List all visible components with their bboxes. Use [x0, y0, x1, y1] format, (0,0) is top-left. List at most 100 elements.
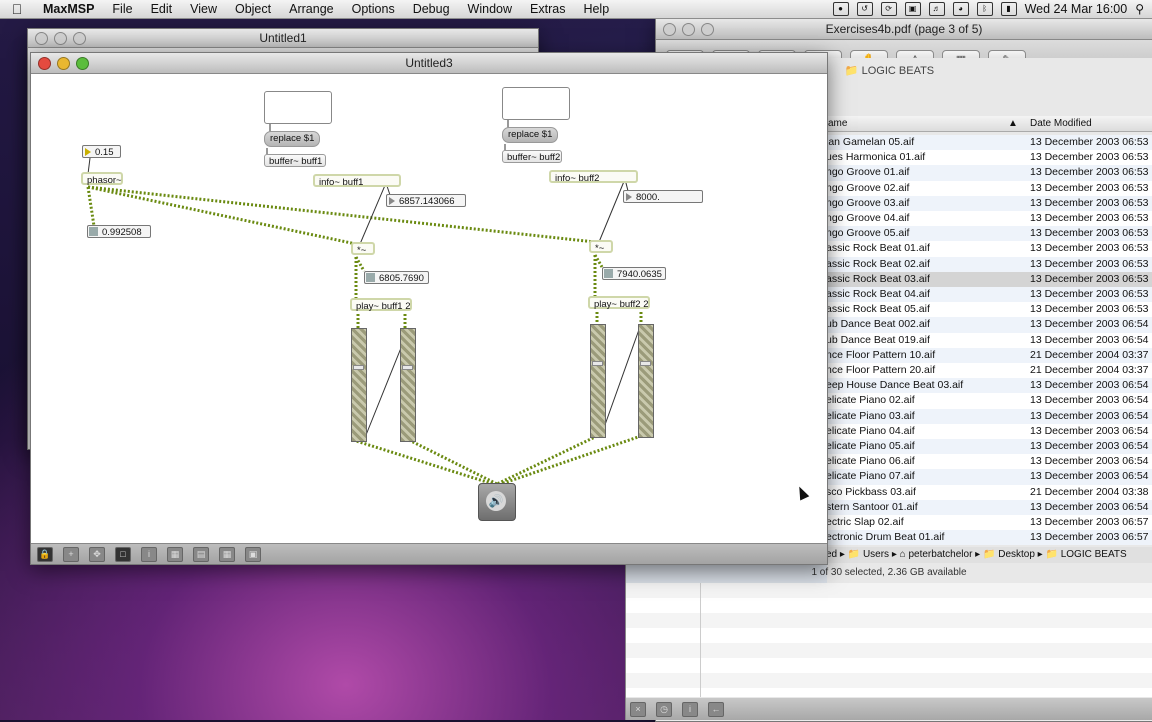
file-row[interactable]: assic Rock Beat 03.aif 13 December 2003 0… — [826, 271, 1152, 287]
file-row[interactable]: ngo Groove 04.aif 13 December 2003 06:53 — [826, 211, 1152, 227]
file-row[interactable]: nce Floor Pattern 20.aif 21 December 2004… — [826, 363, 1152, 379]
info-icon[interactable]: i — [682, 701, 698, 717]
file-row[interactable]: stern Santoor 01.aif 13 December 2003 06:… — [826, 499, 1152, 515]
menu-help[interactable]: Help — [574, 2, 618, 16]
lock-icon[interactable]: 🔒 — [37, 546, 53, 562]
replace-message-2[interactable]: replace $1 — [502, 127, 559, 143]
file-row[interactable]: sco Pickbass 03.aif 21 December 2004 03:3… — [826, 484, 1152, 500]
close-button[interactable] — [35, 32, 48, 45]
menu-edit[interactable]: Edit — [142, 2, 182, 16]
untitled1-titlebar[interactable]: Untitled1 — [28, 29, 538, 48]
drop-file-box-2[interactable] — [502, 87, 570, 120]
menu-options[interactable]: Options — [343, 2, 404, 16]
minimize-button[interactable] — [682, 23, 695, 36]
info-buff1-number[interactable]: 6857.143066 — [386, 194, 466, 207]
gain-slider-1-right[interactable] — [400, 328, 416, 442]
drop-file-box-1[interactable] — [264, 91, 332, 124]
file-row[interactable]: ectronic Drum Beat 01.aif 13 December 200… — [826, 530, 1152, 546]
file-row[interactable]: elicate Piano 07.aif 13 December 2003 06:… — [826, 469, 1152, 485]
menu-arrange[interactable]: Arrange — [280, 2, 342, 16]
play-buff1-object[interactable]: play~ buff1 2 — [350, 298, 412, 312]
column-name[interactable]: ame — [828, 116, 847, 131]
wifi-icon[interactable]: ◕ — [952, 2, 969, 16]
play-buff2-object[interactable]: play~ buff2 2 — [588, 296, 650, 310]
info-buff1-object[interactable]: info~ buff1 — [313, 174, 401, 188]
screen-record-icon[interactable]: ● — [832, 2, 849, 16]
replace-message-1[interactable]: replace $1 — [264, 131, 321, 147]
path-desktop[interactable]: 📁 Desktop — [983, 549, 1035, 560]
phasor-output-number[interactable]: 0.992508 — [87, 225, 151, 238]
info-buff2-object[interactable]: info~ buff2 — [549, 170, 638, 184]
file-row[interactable]: assic Rock Beat 01.aif 13 December 2003 0… — [826, 241, 1152, 257]
presentation-icon[interactable]: □ — [115, 546, 131, 562]
file-row[interactable]: elicate Piano 02.aif 13 December 2003 06:… — [826, 393, 1152, 409]
file-row[interactable]: nce Floor Pattern 10.aif 21 December 2004… — [826, 347, 1152, 363]
file-row[interactable]: elicate Piano 06.aif 13 December 2003 06:… — [826, 454, 1152, 470]
patcher-titlebar[interactable]: Untitled3 — [31, 53, 827, 74]
info-buff2-number[interactable]: 8000. — [623, 190, 703, 203]
spotlight-icon[interactable]: ⚲ — [1135, 2, 1144, 16]
file-row[interactable]: eep House Dance Beat 03.aif 13 December 2… — [826, 378, 1152, 394]
sync-icon[interactable]: ⟳ — [880, 2, 897, 16]
menu-object[interactable]: Object — [226, 2, 280, 16]
grid-icon[interactable]: ▦ — [219, 546, 235, 562]
mult1-output-number[interactable]: 6805.7690 — [364, 271, 429, 284]
gain-slider-2-left[interactable] — [590, 324, 606, 438]
time-machine-icon[interactable]: ↺ — [856, 2, 873, 16]
file-row[interactable]: ectric Slap 02.aif 13 December 2003 06:57 — [826, 515, 1152, 531]
menu-app-name[interactable]: MaxMSP — [34, 2, 103, 16]
file-row[interactable]: assic Rock Beat 04.aif 13 December 2003 0… — [826, 287, 1152, 303]
zoom-button[interactable] — [701, 23, 714, 36]
path-home[interactable]: ⌂ peterbatchelor — [900, 549, 973, 560]
file-row[interactable]: assic Rock Beat 05.aif 13 December 2003 0… — [826, 302, 1152, 318]
file-row[interactable]: ngo Groove 05.aif 13 December 2003 06:53 — [826, 226, 1152, 242]
gain-slider-2-right[interactable] — [638, 324, 654, 438]
new-object-icon[interactable]: + — [63, 546, 79, 562]
gain-slider-1-left[interactable] — [351, 328, 367, 442]
path-logic-beats[interactable]: 📁 LOGIC BEATS — [1045, 549, 1126, 560]
file-row[interactable]: ngo Groove 02.aif 13 December 2003 06:53 — [826, 180, 1152, 196]
back-icon[interactable]: ← — [708, 701, 724, 717]
zoom-button[interactable] — [73, 32, 86, 45]
align-icon[interactable]: ▦ — [167, 546, 183, 562]
file-row[interactable]: elicate Piano 04.aif 13 December 2003 06:… — [826, 423, 1152, 439]
arrange-icon[interactable]: ▤ — [193, 546, 209, 562]
minimize-button[interactable] — [57, 57, 70, 70]
path-users[interactable]: 📁 Users — [848, 549, 889, 560]
sort-arrow-icon[interactable]: ▲ — [1008, 116, 1018, 131]
column-date-modified[interactable]: Date Modified — [1030, 116, 1092, 131]
menu-file[interactable]: File — [103, 2, 141, 16]
minimize-button[interactable] — [54, 32, 67, 45]
file-row[interactable]: elicate Piano 05.aif 13 December 2003 06:… — [826, 439, 1152, 455]
move-icon[interactable]: ✥ — [89, 546, 105, 562]
battery-icon[interactable]: ▮ — [1000, 2, 1017, 16]
file-row[interactable]: ian Gamelan 05.aif 13 December 2003 06:53 — [826, 135, 1152, 151]
close-icon[interactable]: × — [630, 701, 646, 717]
zoom-button[interactable] — [76, 57, 89, 70]
file-row[interactable]: ub Dance Beat 002.aif 13 December 2003 06… — [826, 317, 1152, 333]
menu-debug[interactable]: Debug — [404, 2, 459, 16]
menu-extras[interactable]: Extras — [521, 2, 574, 16]
buffer-buff2-object[interactable]: buffer~ buff2 — [502, 150, 562, 163]
ezdac-speaker-button[interactable]: 🔊 — [478, 483, 516, 521]
clock-icon[interactable]: ◷ — [656, 701, 672, 717]
bluetooth-icon[interactable]: ᛒ — [976, 2, 993, 16]
apple-icon[interactable]:  — [0, 1, 34, 17]
file-row[interactable]: elicate Piano 03.aif 13 December 2003 06:… — [826, 408, 1152, 424]
multiply-signal-2[interactable]: *~ — [589, 240, 613, 254]
volume-icon[interactable]: ♬ — [928, 2, 945, 16]
menu-view[interactable]: View — [181, 2, 226, 16]
close-button[interactable] — [663, 23, 676, 36]
file-row[interactable]: ngo Groove 03.aif 13 December 2003 06:53 — [826, 195, 1152, 211]
patcher-canvas[interactable]: 0.15 phasor~ 0.992508 replace $1 buffer~… — [31, 74, 827, 544]
float-number-box[interactable]: 0.15 — [82, 145, 121, 158]
inspector-icon[interactable]: i — [141, 546, 157, 562]
snap-icon[interactable]: ▣ — [245, 546, 261, 562]
file-row[interactable]: ngo Groove 01.aif 13 December 2003 06:53 — [826, 165, 1152, 181]
multiply-signal-1[interactable]: *~ — [351, 242, 375, 256]
file-row[interactable]: assic Rock Beat 02.aif 13 December 2003 0… — [826, 256, 1152, 272]
mult2-output-number[interactable]: 7940.0635 — [602, 267, 666, 280]
phasor-object[interactable]: phasor~ — [81, 172, 123, 186]
file-row[interactable]: ues Harmonica 01.aif 13 December 2003 06:… — [826, 150, 1152, 166]
display-icon[interactable]: ▣ — [904, 2, 921, 16]
